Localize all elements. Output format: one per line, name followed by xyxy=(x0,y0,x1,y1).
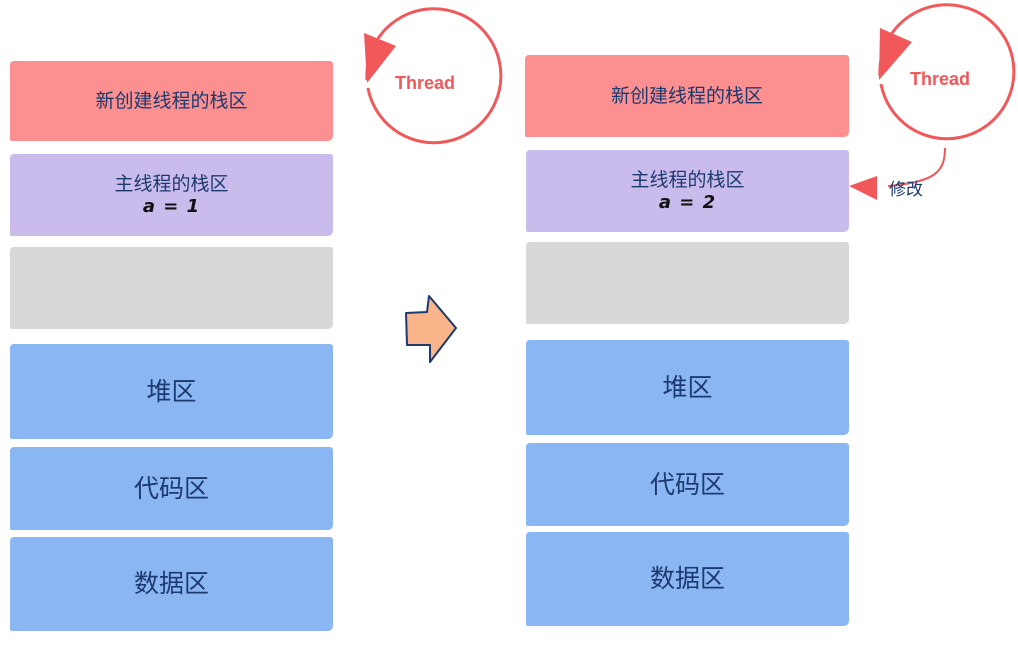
left-thread-arrowhead-icon xyxy=(364,33,396,83)
right-thread-arrowhead-icon xyxy=(879,28,912,80)
right-thread-label: Thread xyxy=(910,69,971,89)
modify-label: 修改 xyxy=(889,180,923,200)
modify-arrowhead-icon xyxy=(849,176,877,200)
diagram-graphics xyxy=(364,3,1016,363)
left-thread-label: Thread xyxy=(395,73,456,93)
transition-arrow-icon xyxy=(405,295,457,363)
